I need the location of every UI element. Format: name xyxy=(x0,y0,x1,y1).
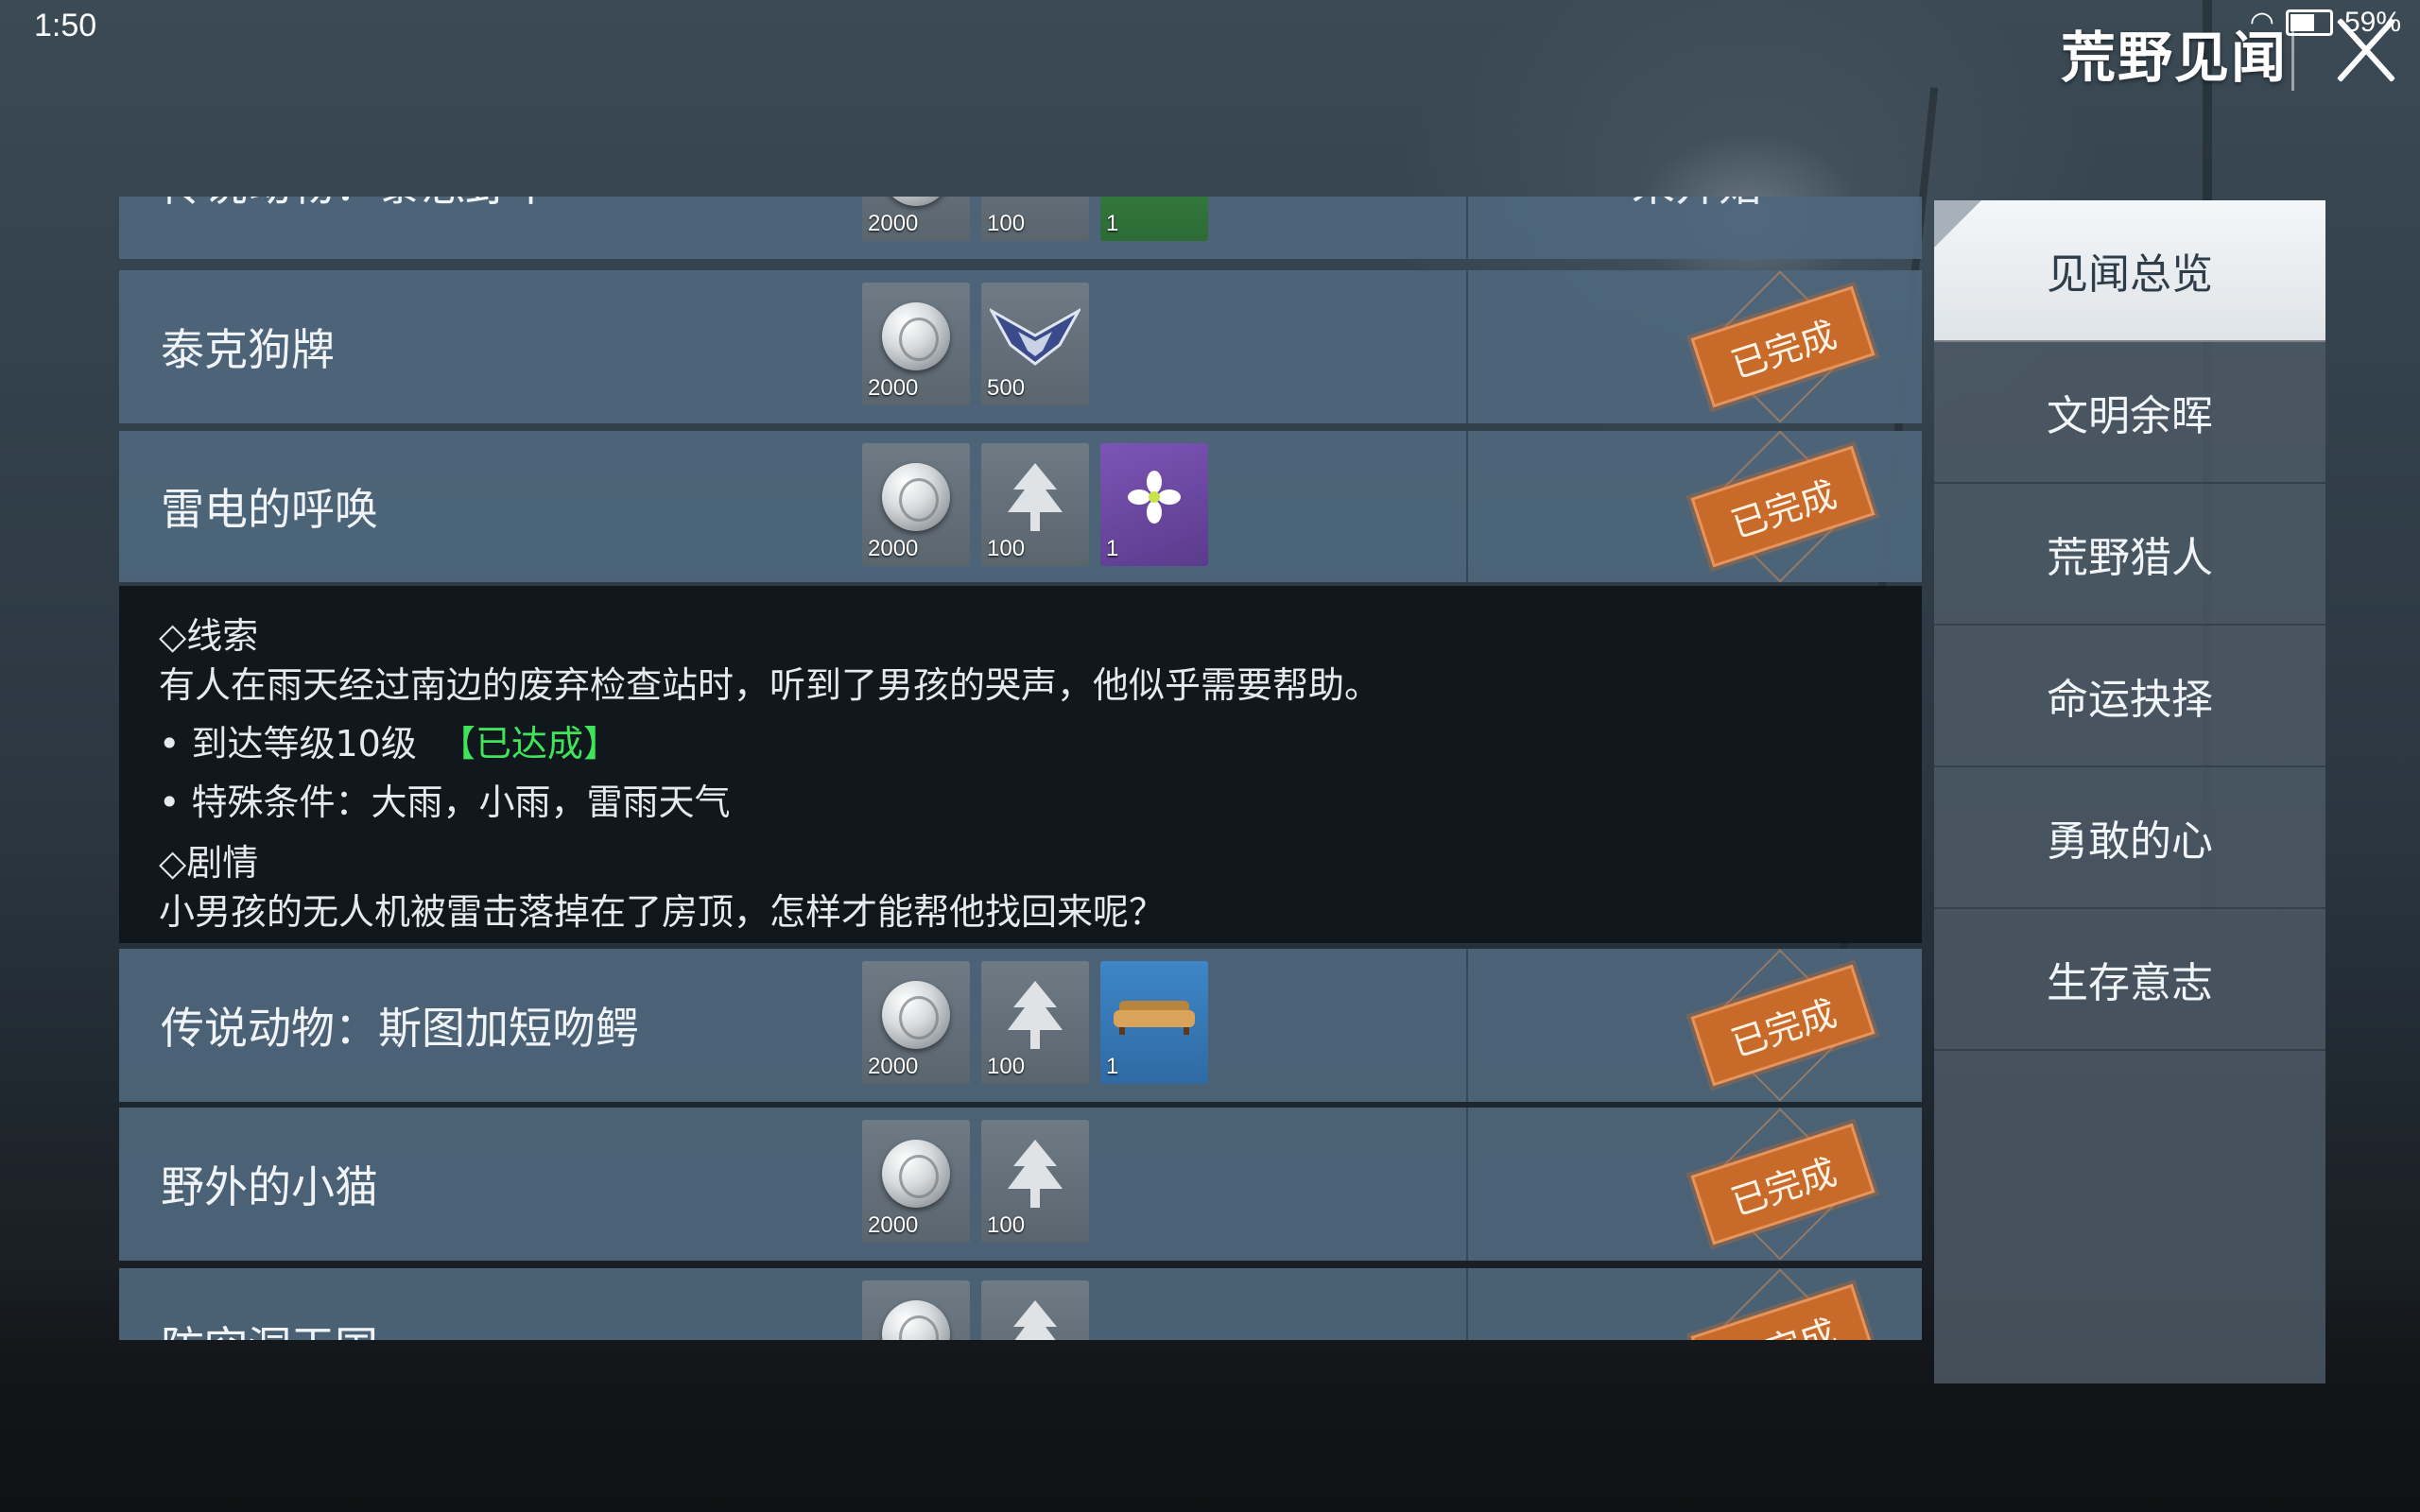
quest-name: 传说动物：泰怒野牛 xyxy=(161,197,552,214)
reward-list xyxy=(862,1280,1089,1340)
tab-label: 命运抉择 xyxy=(2047,676,2213,724)
reward-list: 2000 100 1 xyxy=(862,961,1208,1084)
row-divider xyxy=(1466,270,1468,423)
reward-list: 2000 100 1 xyxy=(862,443,1208,566)
row-divider xyxy=(1466,949,1468,1102)
quest-row[interactable]: 防空洞王国 已完成 xyxy=(119,1268,1922,1340)
quest-list[interactable]: 传说动物：泰怒野牛 2000 100 1 未开始 泰克狗牌 2000 500 已… xyxy=(119,197,1922,1340)
reward-qty: 100 xyxy=(987,1212,1026,1238)
quest-row[interactable]: 传说动物：泰怒野牛 2000 100 1 未开始 xyxy=(119,197,1922,259)
quest-detail-panel: ◇线索 有人在雨天经过南边的废弃检查站时，听到了男孩的哭声，他似乎需要帮助。 •… xyxy=(119,586,1922,943)
reward-item[interactable]: 100 xyxy=(981,961,1089,1084)
reward-list: 2000 500 xyxy=(862,283,1089,405)
reward-item[interactable]: 2000 xyxy=(862,197,970,241)
tab-brave-heart[interactable]: 勇敢的心 xyxy=(1934,767,2325,909)
tab-label: 文明余晖 xyxy=(2047,392,2213,440)
reward-item[interactable]: 2000 xyxy=(862,443,970,566)
tab-label: 见闻总览 xyxy=(2047,250,2213,299)
condition-level-label: • 到达等级10级 xyxy=(159,723,417,765)
reward-qty: 1 xyxy=(1106,1054,1119,1079)
reward-item[interactable] xyxy=(981,1280,1089,1340)
row-divider xyxy=(1466,197,1468,259)
status-time: 1:50 xyxy=(34,8,97,43)
quest-name: 雷电的呼唤 xyxy=(161,484,378,535)
close-button[interactable] xyxy=(2331,15,2399,83)
quest-status-text: 未开始 xyxy=(1632,197,1762,214)
reward-item[interactable]: 100 xyxy=(981,1120,1089,1243)
flower-icon xyxy=(1128,471,1181,524)
tree-icon xyxy=(1008,981,1063,1050)
reward-item[interactable]: 1 xyxy=(1100,961,1208,1084)
condition-level: • 到达等级10级 【已达成】 xyxy=(159,714,619,766)
coin-icon xyxy=(882,1300,950,1340)
reward-qty: 2000 xyxy=(868,375,919,401)
coin-icon xyxy=(882,1140,950,1209)
reward-list: 2000 100 xyxy=(862,1120,1089,1243)
coin-icon xyxy=(882,463,950,532)
reward-qty: 500 xyxy=(987,375,1026,401)
reward-item[interactable] xyxy=(862,1280,970,1340)
reward-qty: 2000 xyxy=(868,536,919,561)
reward-qty: 100 xyxy=(987,1054,1026,1079)
clue-heading: ◇线索 xyxy=(159,615,259,657)
tree-icon xyxy=(1013,1300,1057,1340)
quest-row[interactable]: 传说动物：斯图加短吻鳄 2000 100 1 已完成 xyxy=(119,949,1922,1102)
reward-qty: 2000 xyxy=(868,1212,919,1238)
quest-name: 传说动物：斯图加短吻鳄 xyxy=(161,1003,639,1054)
clue-text: 有人在雨天经过南边的废弃检查站时，听到了男孩的哭声，他似乎需要帮助。 xyxy=(159,664,1381,706)
reward-qty: 100 xyxy=(987,536,1026,561)
quest-name: 野外的小猫 xyxy=(161,1161,378,1212)
coin-icon xyxy=(882,981,950,1050)
reward-item[interactable]: 1 xyxy=(1100,443,1208,566)
quest-name: 防空洞王国 xyxy=(161,1314,378,1340)
reward-qty: 1 xyxy=(1106,211,1119,236)
story-heading: ◇剧情 xyxy=(159,842,259,884)
reward-item[interactable]: 2000 xyxy=(862,283,970,405)
coin-icon xyxy=(882,197,950,207)
reward-item[interactable]: 500 xyxy=(981,283,1089,405)
coin-icon xyxy=(882,302,950,371)
tree-icon xyxy=(1008,1140,1063,1209)
tab-label: 荒野猎人 xyxy=(2047,534,2213,582)
quest-row[interactable]: 野外的小猫 2000 100 已完成 xyxy=(119,1108,1922,1261)
header-divider xyxy=(2291,19,2294,91)
reward-item[interactable]: 100 xyxy=(981,197,1089,241)
eagle-badge-icon xyxy=(990,308,1080,367)
tab-wild-hunter[interactable]: 荒野猎人 xyxy=(1934,484,2325,626)
condition-weather: • 特殊条件：大雨，小雨，雷雨天气 xyxy=(159,782,731,823)
reward-qty: 2000 xyxy=(868,1054,919,1079)
condition-level-status: 【已达成】 xyxy=(440,723,620,765)
quest-name: 泰克狗牌 xyxy=(161,324,335,375)
category-sidebar: 见闻总览 文明余晖 荒野猎人 命运抉择 勇敢的心 生存意志 xyxy=(1934,200,2325,1383)
page-title: 荒野见闻 xyxy=(2061,26,2289,90)
reward-qty: 1 xyxy=(1106,536,1119,561)
reward-item[interactable]: 2000 xyxy=(862,1120,970,1243)
reward-qty: 2000 xyxy=(868,211,919,236)
tab-civilization[interactable]: 文明余晖 xyxy=(1934,342,2325,484)
reward-qty: 100 xyxy=(987,211,1026,236)
quest-row[interactable]: 雷电的呼唤 2000 100 1 已完成 xyxy=(119,430,1922,583)
row-divider xyxy=(1466,1108,1468,1261)
row-divider xyxy=(1466,1268,1468,1340)
tab-label: 生存意志 xyxy=(2047,959,2213,1007)
tab-overview[interactable]: 见闻总览 xyxy=(1934,200,2325,342)
story-text: 小男孩的无人机被雷击落掉在了房顶，怎样才能帮他找回来呢？ xyxy=(159,891,1166,933)
reward-item[interactable]: 1 xyxy=(1100,197,1208,241)
sofa-icon xyxy=(1114,1001,1195,1036)
badge-icon xyxy=(997,197,1073,200)
row-divider xyxy=(1466,431,1468,582)
tree-icon xyxy=(1008,463,1063,532)
tab-fate-choice[interactable]: 命运抉择 xyxy=(1934,626,2325,767)
tab-survival-will[interactable]: 生存意志 xyxy=(1934,909,2325,1051)
tab-label: 勇敢的心 xyxy=(2047,817,2213,866)
reward-list: 2000 100 1 xyxy=(862,197,1208,241)
quest-row[interactable]: 泰克狗牌 2000 500 已完成 xyxy=(119,270,1922,423)
reward-item[interactable]: 2000 xyxy=(862,961,970,1084)
reward-item[interactable]: 100 xyxy=(981,443,1089,566)
